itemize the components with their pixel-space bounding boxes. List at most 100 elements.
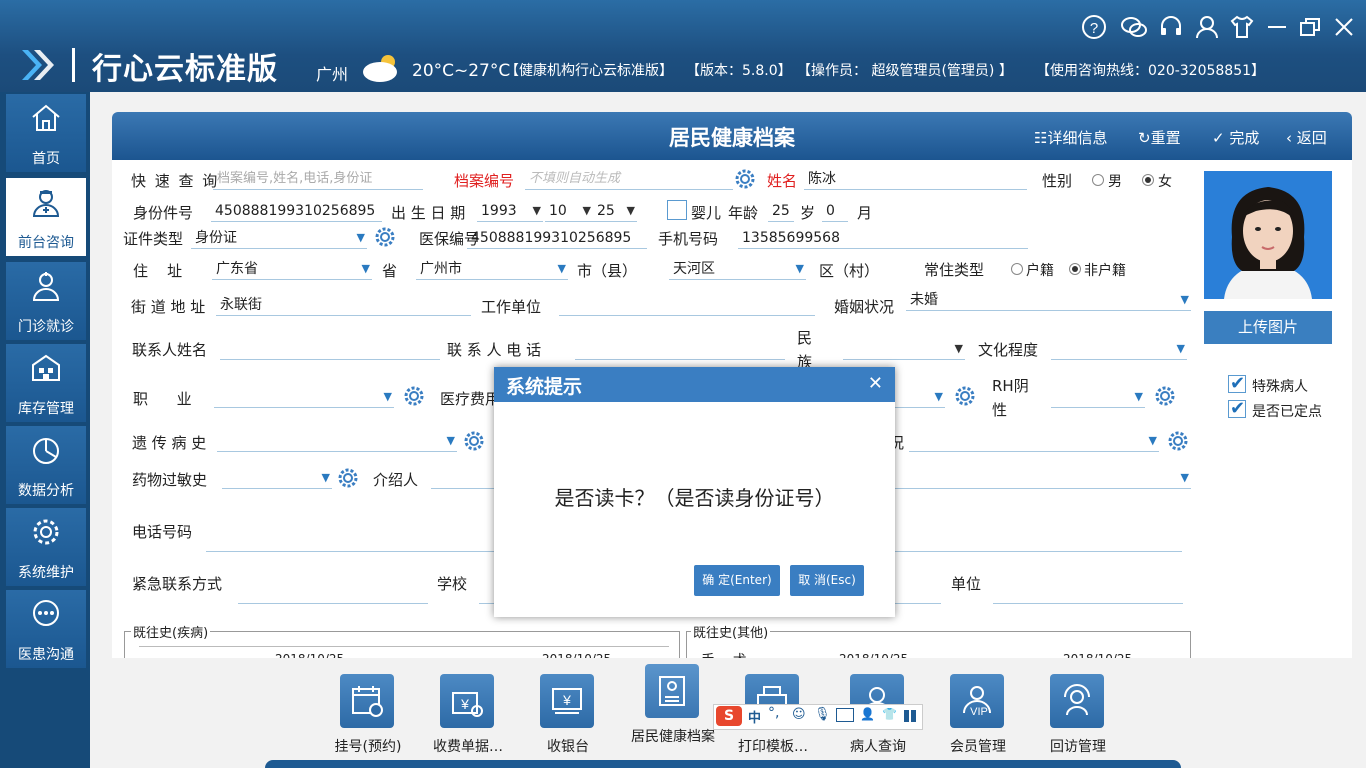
gender-female-radio[interactable] xyxy=(1142,174,1154,186)
history-date-input[interactable]: 2018/10/25 xyxy=(835,648,955,658)
detail-button[interactable]: ☷详细信息 xyxy=(1034,127,1107,148)
dock-item-health-record[interactable]: 居民健康档案 xyxy=(623,648,723,748)
contact-phone-label: 联 系 人 电 话 xyxy=(447,341,542,359)
medical-cost-label: 医疗费用 xyxy=(440,390,501,408)
occupation-select[interactable]: ▼ xyxy=(214,386,394,408)
dock-item-followup[interactable]: 回访管理 xyxy=(1028,658,1128,758)
education-select[interactable]: ▼ xyxy=(1051,338,1187,360)
allergy-select[interactable]: ▼ xyxy=(222,467,332,489)
skin-icon[interactable] xyxy=(1229,14,1255,40)
emergency-contact-input[interactable] xyxy=(238,582,428,604)
emoji-icon[interactable]: ☺ xyxy=(792,707,806,722)
cancel-button[interactable]: 取 消(Esc) xyxy=(790,565,864,596)
contact-name-label: 联系人姓名 xyxy=(132,341,208,359)
infant-checkbox[interactable] xyxy=(667,200,687,220)
dock-item-billing[interactable]: ¥ 收费单据… xyxy=(418,658,518,758)
gender-male-radio[interactable] xyxy=(1092,174,1104,186)
mobile-input[interactable]: 13585699568 xyxy=(738,227,1028,249)
back-button[interactable]: ‹ 返回 xyxy=(1286,127,1327,148)
unit-input[interactable] xyxy=(993,582,1183,604)
sogou-logo-icon[interactable]: S xyxy=(716,706,742,726)
reset-button[interactable]: ↻重置 xyxy=(1138,127,1181,148)
district-select[interactable]: 天河区 ▼ xyxy=(669,258,806,280)
special-patient-checkbox[interactable] xyxy=(1228,373,1246,394)
birth-month-select[interactable]: 10 ▼ xyxy=(545,200,593,222)
contact-name-input[interactable] xyxy=(220,338,440,360)
contact-phone-input[interactable] xyxy=(575,338,785,360)
sidebar-item-inventory[interactable]: 库存管理 xyxy=(6,344,86,422)
ime-mode-toggle[interactable]: 中 xyxy=(748,707,761,726)
cert-type-settings-icon[interactable] xyxy=(374,226,396,248)
detail-label: 详细信息 xyxy=(1047,129,1108,147)
user-icon[interactable] xyxy=(1194,14,1220,40)
name-input[interactable]: 陈冰 xyxy=(804,168,1027,190)
allergy-settings-icon[interactable] xyxy=(337,467,359,489)
genetic-history-select[interactable]: ▼ xyxy=(217,430,457,452)
work-unit-input[interactable] xyxy=(559,294,815,316)
sidebar-item-system[interactable]: 系统维护 xyxy=(6,508,86,586)
medical-cost-select[interactable]: ▼ xyxy=(895,386,945,408)
birth-day-value: 25 xyxy=(597,203,615,219)
city-select[interactable]: 广州市 ▼ xyxy=(416,258,568,280)
ethnic-select[interactable]: ▼ xyxy=(843,338,965,360)
svg-text:VIP: VIP xyxy=(970,706,988,718)
user-center-icon[interactable]: 👤 xyxy=(860,707,875,721)
keyboard-icon[interactable] xyxy=(836,708,854,722)
upload-photo-button[interactable]: 上传图片 xyxy=(1204,311,1332,344)
condition-settings-icon[interactable] xyxy=(1167,430,1189,452)
residence-nonlocal-radio[interactable] xyxy=(1069,263,1081,275)
sidebar-item-clinic[interactable]: 门诊就诊 xyxy=(6,262,86,340)
toolbox-icon[interactable] xyxy=(904,710,916,722)
residence-nonlocal-label: 非户籍 xyxy=(1084,263,1126,279)
occupation-settings-icon[interactable] xyxy=(403,385,425,407)
birth-year-select[interactable]: 1993 ▼ xyxy=(477,200,543,222)
province-select[interactable]: 广东省 ▼ xyxy=(212,258,372,280)
designated-checkbox[interactable] xyxy=(1228,398,1246,419)
restore-icon[interactable] xyxy=(1297,14,1323,40)
dock-item-cashier[interactable]: ¥ 收银台 xyxy=(518,658,618,758)
id-number-input[interactable]: 450888199310256895 xyxy=(211,200,382,222)
age-years-input[interactable]: 25 xyxy=(768,200,794,222)
sidebar-item-home[interactable]: 首页 xyxy=(6,94,86,172)
rh-settings-icon[interactable] xyxy=(1154,385,1176,407)
record-no-input[interactable]: 不填则自动生成 xyxy=(525,168,733,190)
marital-select[interactable]: 未婚 ▼ xyxy=(906,289,1191,311)
sidebar-item-communication[interactable]: 医患沟通 xyxy=(6,590,86,668)
done-button[interactable]: ✓ 完成 xyxy=(1212,127,1259,148)
microphone-icon[interactable]: 🎙 xyxy=(814,707,831,722)
history-date-input[interactable]: 2018/10/25 xyxy=(1059,648,1179,658)
operator-info: 【操作员： 超级管理员(管理员) 】 xyxy=(797,63,1013,79)
history-disease-legend: 既往史(疾病) xyxy=(131,622,211,641)
sidebar-item-analytics[interactable]: 数据分析 xyxy=(6,426,86,504)
cert-type-select[interactable]: 身份证 ▼ xyxy=(191,227,367,249)
confirm-button[interactable]: 确 定(Enter) xyxy=(694,565,780,596)
insurance-no-input[interactable]: 450888199310256895 xyxy=(467,227,647,249)
dock-label: 打印模板… xyxy=(738,739,808,755)
record-no-settings-icon[interactable] xyxy=(734,168,756,190)
minimize-icon[interactable] xyxy=(1264,14,1290,40)
svg-text:¥: ¥ xyxy=(460,696,469,712)
rh-negative-select[interactable]: ▼ xyxy=(1051,386,1145,408)
headset-icon[interactable] xyxy=(1158,14,1184,40)
history-date-input[interactable]: 2018/10/25 xyxy=(271,648,401,658)
age-months-input[interactable]: 0 xyxy=(822,200,848,222)
designated-label: 是否已定点 xyxy=(1252,404,1322,420)
medical-cost-settings-icon[interactable] xyxy=(954,385,976,407)
help-icon[interactable]: ? xyxy=(1081,14,1107,40)
condition-select[interactable]: ▼ xyxy=(909,430,1159,452)
close-icon[interactable]: ✕ xyxy=(868,373,883,394)
close-icon[interactable] xyxy=(1331,14,1357,40)
school-label: 学校 xyxy=(437,575,468,593)
chevron-down-icon: ▼ xyxy=(626,204,635,217)
birth-day-select[interactable]: 25 ▼ xyxy=(593,200,637,222)
residence-local-radio[interactable] xyxy=(1011,263,1023,275)
ime-punct-toggle[interactable]: °, xyxy=(768,705,779,721)
quick-search-input[interactable]: 档案编号,姓名,电话,身份证 xyxy=(213,168,423,190)
genetic-settings-icon[interactable] xyxy=(463,430,485,452)
skin-shirt-icon[interactable]: 👕 xyxy=(882,707,897,721)
sidebar-item-front-desk[interactable]: 前台咨询 xyxy=(6,178,86,256)
dock-item-registration[interactable]: 挂号(预约) xyxy=(318,658,418,758)
wechat-icon[interactable] xyxy=(1120,14,1147,40)
street-input[interactable]: 永联街 xyxy=(216,294,471,316)
dock-item-membership[interactable]: VIP 会员管理 xyxy=(928,658,1028,758)
